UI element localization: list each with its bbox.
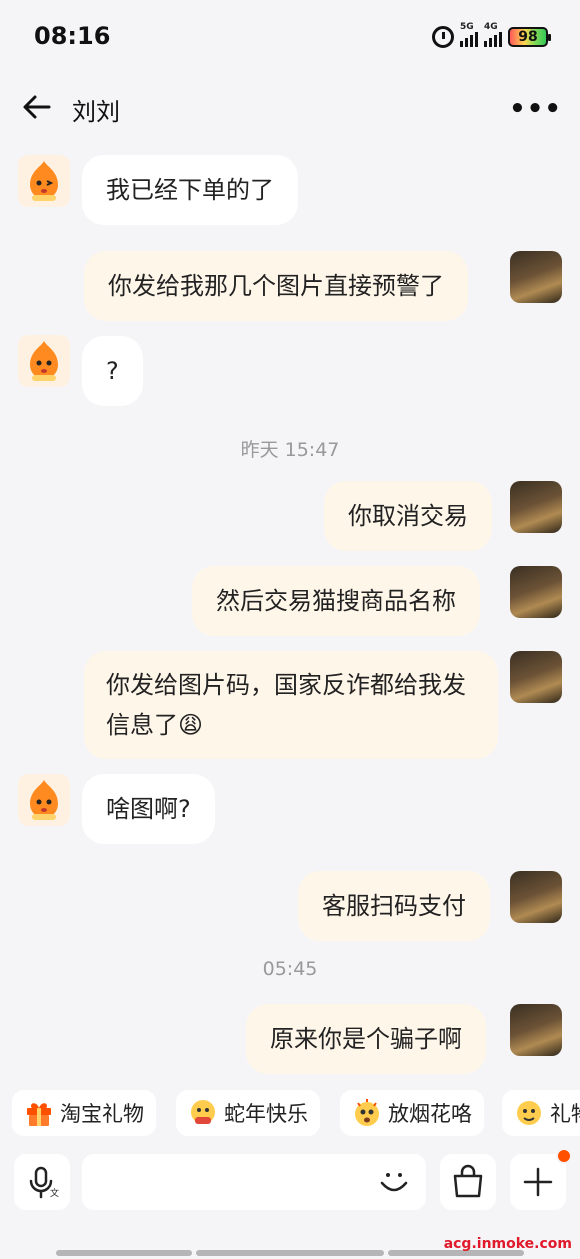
quick-reply-snake-year[interactable]: 蛇年快乐 [176, 1090, 320, 1136]
alarm-icon [432, 26, 454, 48]
input-bar: 文 [0, 1148, 580, 1220]
user-avatar[interactable] [510, 566, 562, 618]
plus-button[interactable] [510, 1148, 572, 1210]
notification-dot [556, 1148, 572, 1164]
status-bar: 08:16 5G 4G 98 [0, 0, 580, 74]
quick-reply-label: 放烟花咯 [388, 1102, 472, 1126]
firework-emoji-icon [352, 1098, 382, 1128]
message-input[interactable] [82, 1154, 426, 1210]
quick-reply-label: 蛇年快乐 [224, 1102, 308, 1126]
user-avatar[interactable] [510, 481, 562, 533]
arrow-left-icon[interactable] [22, 92, 52, 122]
timestamp: 05:45 [262, 958, 318, 980]
more-dots-icon[interactable]: ••• [509, 94, 562, 124]
message-bubble-outgoing[interactable]: 你取消交易 [324, 481, 492, 551]
gift-emoji-icon [514, 1098, 544, 1128]
signal-5g-icon: 5G [460, 22, 478, 47]
status-time: 08:16 [34, 22, 111, 50]
message-bubble-outgoing[interactable]: 你发给我那几个图片直接预警了 [84, 251, 468, 321]
contact-avatar[interactable] [18, 155, 70, 207]
network-label-2: 4G [484, 21, 498, 32]
message-bubble-outgoing[interactable]: 原来你是个骗子啊 [246, 1004, 486, 1074]
quick-reply-fireworks[interactable]: 放烟花咯 [340, 1090, 484, 1136]
quick-reply-label: 礼物 [550, 1102, 580, 1126]
quick-reply-label: 淘宝礼物 [60, 1102, 144, 1126]
message-text: 你发给图片码，国家反诈都给我发信息了 [106, 671, 466, 739]
user-avatar[interactable] [510, 651, 562, 703]
message-bubble-outgoing[interactable]: 你发给图片码，国家反诈都给我发信息了😩 [84, 651, 498, 759]
quick-reply-gift[interactable]: 淘宝礼物 [12, 1090, 156, 1136]
gift-icon [24, 1098, 54, 1128]
shopping-bag-icon [453, 1164, 483, 1198]
home-indicator [196, 1250, 384, 1256]
snake-emoji-icon [188, 1098, 218, 1128]
shop-button[interactable] [440, 1154, 496, 1210]
contact-avatar[interactable] [18, 774, 70, 826]
user-avatar[interactable] [510, 871, 562, 923]
voice-button[interactable]: 文 [14, 1154, 70, 1210]
message-bubble-outgoing[interactable]: 客服扫码支付 [298, 871, 490, 941]
microphone-icon: 文 [29, 1166, 59, 1199]
tired-emoji-icon: 😩 [178, 711, 204, 739]
signal-4g-icon: 4G [484, 22, 502, 47]
network-label-1: 5G [460, 21, 474, 32]
timestamp: 昨天 15:47 [240, 439, 340, 461]
user-avatar[interactable] [510, 251, 562, 303]
message-bubble-incoming[interactable]: ? [82, 336, 143, 406]
plus-icon [523, 1167, 553, 1197]
contact-avatar[interactable] [18, 335, 70, 387]
status-icons: 5G 4G 98 [432, 22, 551, 48]
message-bubble-outgoing[interactable]: 然后交易猫搜商品名称 [192, 566, 480, 636]
smiley-icon[interactable] [376, 1164, 412, 1200]
chat-header: 刘刘 ••• [0, 74, 580, 140]
quick-reply-present[interactable]: 礼物 [502, 1090, 580, 1136]
watermark: acg.inmoke.com [443, 1236, 572, 1252]
svg-text:文: 文 [50, 1187, 59, 1199]
home-indicator [56, 1250, 192, 1256]
page-title: 刘刘 [72, 98, 120, 126]
battery-icon: 98 [508, 27, 551, 47]
message-bubble-incoming[interactable]: 啥图啊? [82, 774, 215, 844]
user-avatar[interactable] [510, 1004, 562, 1056]
message-bubble-incoming[interactable]: 我已经下单的了 [82, 155, 298, 225]
